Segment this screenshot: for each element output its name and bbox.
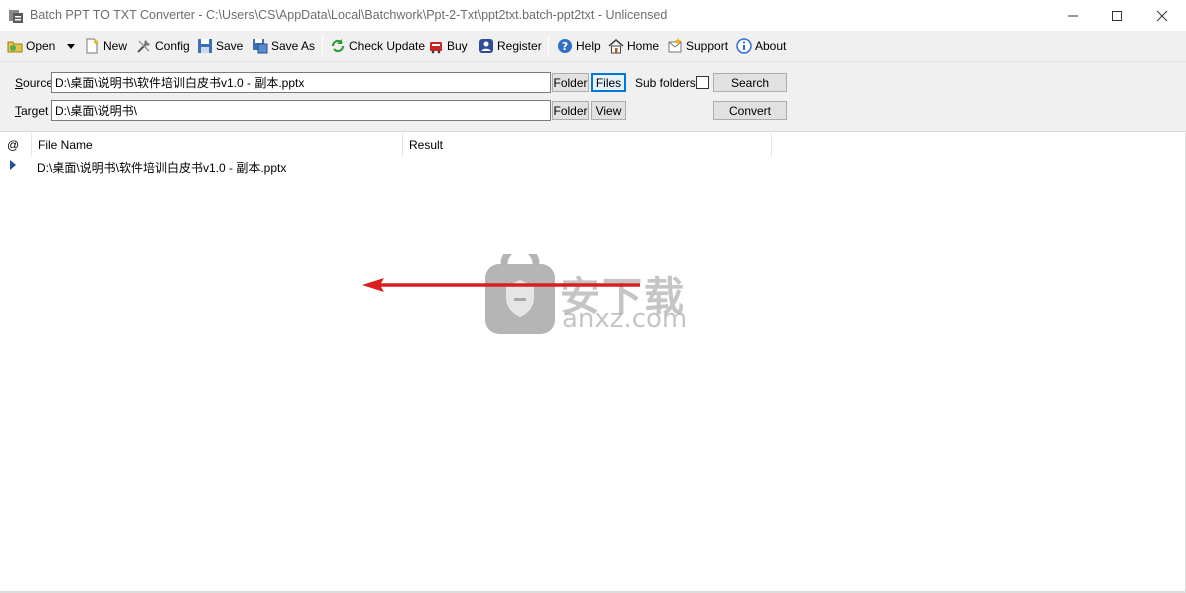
minimize-icon: [1068, 15, 1078, 16]
close-button[interactable]: [1139, 0, 1185, 31]
toolbar-separator: [548, 35, 549, 57]
check-update-button[interactable]: Check Update: [330, 36, 425, 56]
about-label: About: [755, 39, 787, 53]
chevron-down-icon: [67, 43, 75, 49]
file-list[interactable]: @ File Name Result D:\桌面\说明书\软件培训白皮书v1.0…: [1, 133, 1185, 591]
source-path-input[interactable]: [51, 72, 551, 93]
target-view-button[interactable]: View: [591, 101, 626, 120]
save-icon: [197, 38, 213, 54]
row-file-name: D:\桌面\说明书\软件培训白皮书v1.0 - 副本.pptx: [37, 161, 287, 175]
window-title: Batch PPT TO TXT Converter - C:\Users\CS…: [30, 8, 668, 22]
help-button[interactable]: ? Help: [557, 36, 601, 56]
about-button[interactable]: About: [736, 36, 786, 56]
column-header-status[interactable]: @: [1, 133, 32, 157]
new-button[interactable]: New: [84, 36, 127, 56]
target-label: Target: [15, 104, 48, 118]
support-label: Support: [686, 39, 729, 53]
subfolders-label: Sub folders: [635, 76, 696, 90]
home-button[interactable]: Home: [608, 36, 659, 56]
table-row[interactable]: D:\桌面\说明书\软件培训白皮书v1.0 - 副本.pptx: [1, 157, 1185, 175]
new-label: New: [103, 39, 128, 53]
save-as-label: Save As: [271, 39, 316, 53]
target-folder-button[interactable]: Folder: [552, 101, 589, 120]
save-as-icon: [252, 38, 268, 54]
buy-label: Buy: [447, 39, 468, 53]
column-header-file-name[interactable]: File Name: [32, 133, 403, 157]
help-label: Help: [576, 39, 601, 53]
watermark-text-en: anxz.com: [562, 304, 688, 334]
cart-icon: [428, 38, 444, 54]
source-label-accel: S: [15, 76, 24, 90]
target-path-input[interactable]: [51, 100, 551, 121]
new-file-icon: [84, 38, 100, 54]
open-label: Open: [26, 39, 56, 53]
current-row-indicator-icon: [10, 160, 16, 170]
source-label: Source: [15, 76, 53, 90]
close-icon: [1156, 10, 1168, 21]
source-files-button[interactable]: Files: [591, 73, 626, 92]
toolbar-separator: [322, 35, 323, 57]
paths-panel: Source Folder Files Sub folders Search T…: [0, 62, 1186, 132]
open-dropdown-button[interactable]: [67, 36, 75, 56]
register-user-icon: [478, 38, 494, 54]
tools-icon: [136, 38, 152, 54]
home-icon: [608, 38, 624, 54]
folder-open-icon: [7, 38, 23, 54]
minimize-button[interactable]: [1050, 0, 1096, 31]
column-header-result[interactable]: Result: [403, 133, 772, 157]
support-button[interactable]: Support: [667, 36, 728, 56]
annotation-arrow-icon: [362, 278, 640, 292]
buy-button[interactable]: Buy: [428, 36, 468, 56]
convert-button[interactable]: Convert: [713, 101, 787, 120]
target-label-rest: arget: [21, 104, 49, 118]
toolbar: Open New Config Save Save As Check Updat…: [0, 31, 1186, 62]
save-button[interactable]: Save: [197, 36, 243, 56]
support-icon: [667, 38, 683, 54]
title-bar: Batch PPT TO TXT Converter - C:\Users\CS…: [0, 0, 1186, 31]
info-icon: [736, 38, 752, 54]
open-button[interactable]: Open: [7, 36, 55, 56]
svg-text:?: ?: [562, 40, 568, 53]
source-label-rest: ource: [23, 76, 54, 90]
refresh-icon: [330, 38, 346, 54]
save-label: Save: [216, 39, 244, 53]
save-as-button[interactable]: Save As: [252, 36, 315, 56]
home-label: Home: [627, 39, 660, 53]
config-label: Config: [155, 39, 190, 53]
maximize-icon: [1112, 10, 1122, 21]
source-folder-button[interactable]: Folder: [552, 73, 589, 92]
app-icon: [8, 8, 24, 24]
help-icon: ?: [557, 38, 573, 54]
check-update-label: Check Update: [349, 39, 426, 53]
maximize-button[interactable]: [1094, 0, 1140, 31]
register-button[interactable]: Register: [478, 36, 542, 56]
register-label: Register: [497, 39, 542, 53]
subfolders-checkbox[interactable]: [696, 76, 709, 89]
search-button[interactable]: Search: [713, 73, 787, 92]
config-button[interactable]: Config: [136, 36, 190, 56]
